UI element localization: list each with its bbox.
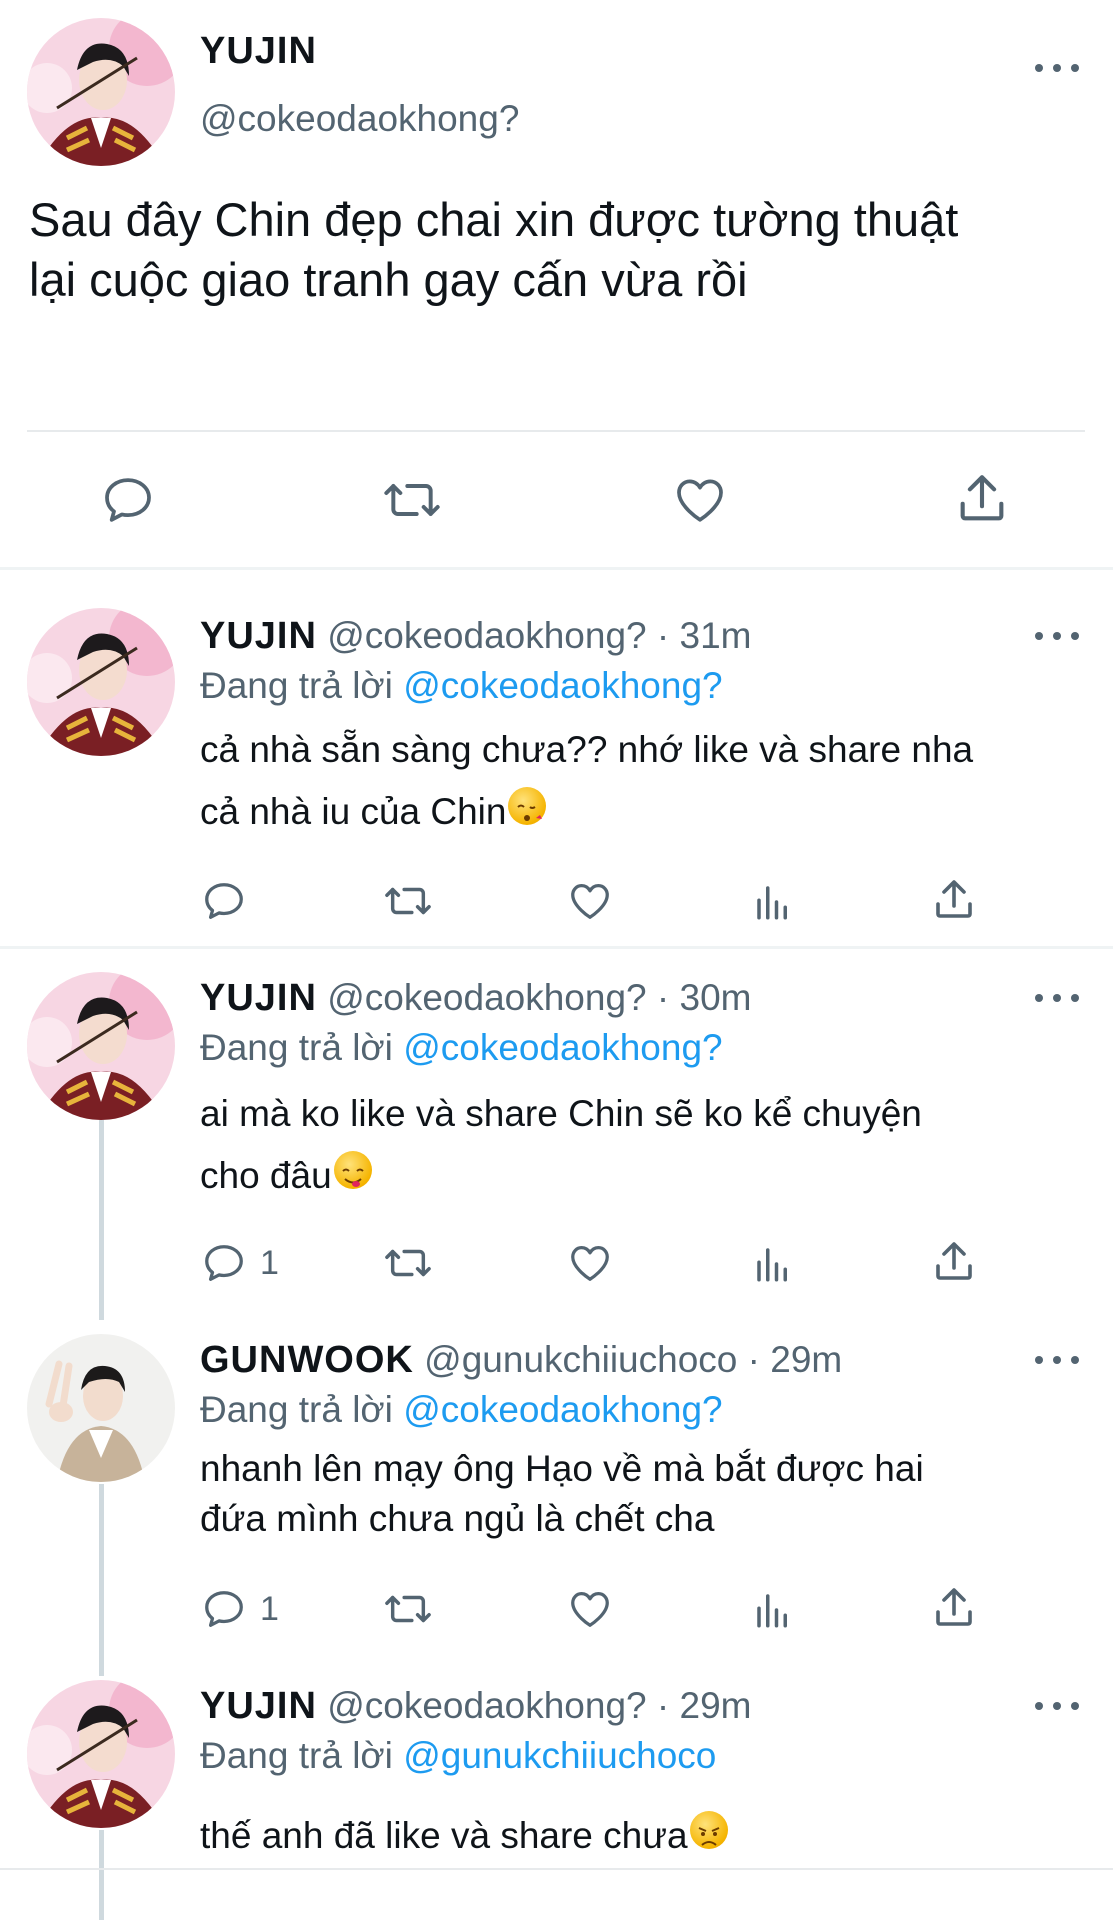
section-divider xyxy=(0,946,1113,949)
analytics-icon[interactable] xyxy=(752,1242,794,1286)
tweet-text-line: đứa mình chưa ngủ là chết cha xyxy=(200,1498,715,1539)
replying-label: Đang trả lời xyxy=(200,1389,393,1430)
reply-header: GUNWOOK @gunukchiiuchoco · 29m xyxy=(200,1338,842,1382)
avatar-yujin[interactable] xyxy=(27,1680,175,1828)
like-icon[interactable] xyxy=(566,1240,614,1286)
replying-to: Đang trả lời @gunukchiiuchoco xyxy=(200,1734,716,1778)
author-handle[interactable]: @cokeodaokhong? xyxy=(327,977,646,1018)
section-divider xyxy=(0,567,1113,570)
more-options-icon[interactable] xyxy=(1035,988,1079,1008)
reply-icon[interactable] xyxy=(200,1240,248,1286)
kissing-face-emoji xyxy=(508,787,547,825)
tweet-text: ai mà ko like và share Chin sẽ ko kể chu… xyxy=(200,1083,922,1207)
author-handle[interactable]: @cokeodaokhong? xyxy=(327,615,646,656)
tweet-text: Sau đây Chin đẹp chai xin được tường thu… xyxy=(29,190,1089,310)
mention-link[interactable]: @cokeodaokhong? xyxy=(403,1389,722,1430)
timestamp[interactable]: 30m xyxy=(680,977,752,1018)
author-name[interactable]: YUJIN xyxy=(200,1685,317,1727)
author-name[interactable]: YUJIN xyxy=(200,30,317,73)
share-icon[interactable] xyxy=(930,876,978,924)
like-icon[interactable] xyxy=(566,878,614,924)
replying-label: Đang trả lời xyxy=(200,1027,393,1068)
replying-label: Đang trả lời xyxy=(200,1735,393,1776)
mention-link[interactable]: @cokeodaokhong? xyxy=(403,1027,722,1068)
retweet-icon[interactable] xyxy=(382,878,434,924)
more-options-icon[interactable] xyxy=(1035,626,1079,646)
retweet-icon[interactable] xyxy=(380,472,444,528)
author-handle[interactable]: @cokeodaokhong? xyxy=(200,98,519,140)
author-name[interactable]: YUJIN xyxy=(200,977,317,1019)
tweet-text-line: nhanh lên mạy ông Hạo về mà bắt được hai xyxy=(200,1448,924,1489)
replying-label: Đang trả lời xyxy=(200,665,393,706)
tweet-text-line: cả nhà iu của Chin xyxy=(200,791,507,832)
reply-icon[interactable] xyxy=(200,878,248,924)
retweet-icon[interactable] xyxy=(382,1240,434,1286)
tweet-text-line: ai mà ko like và share Chin sẽ ko kể chu… xyxy=(200,1093,922,1134)
author-handle[interactable]: @cokeodaokhong? xyxy=(327,1685,646,1726)
like-icon[interactable] xyxy=(566,1586,614,1632)
more-options-icon[interactable] xyxy=(1035,58,1079,78)
reply-header: YUJIN @cokeodaokhong? · 31m xyxy=(200,614,752,658)
timestamp[interactable]: 29m xyxy=(680,1685,752,1726)
thread-line xyxy=(99,1484,104,1676)
analytics-icon[interactable] xyxy=(752,880,794,924)
share-icon[interactable] xyxy=(930,1238,978,1286)
tweet-text-line: cho đâu xyxy=(200,1155,332,1196)
reply-header: YUJIN @cokeodaokhong? · 30m xyxy=(200,976,752,1020)
analytics-icon[interactable] xyxy=(752,1588,794,1632)
tweet-text: nhanh lên mạy ông Hạo về mà bắt được hai… xyxy=(200,1444,924,1544)
divider xyxy=(0,1868,1113,1870)
mention-link[interactable]: @gunukchiiuchoco xyxy=(403,1735,716,1776)
separator-dot: · xyxy=(656,1685,670,1726)
author-name[interactable]: GUNWOOK xyxy=(200,1339,414,1381)
separator-dot: · xyxy=(656,977,670,1018)
share-icon[interactable] xyxy=(930,1584,978,1632)
avatar-yujin[interactable] xyxy=(27,972,175,1120)
separator-dot: · xyxy=(747,1339,760,1380)
tweet-text-line: cả nhà sẵn sàng chưa?? nhớ like và share… xyxy=(200,729,974,770)
tweet-text-line: Sau đây Chin đẹp chai xin được tường thu… xyxy=(29,193,959,246)
reply-icon[interactable] xyxy=(98,472,158,528)
tweet-text-line: lại cuộc giao tranh gay cấn vừa rồi xyxy=(29,253,748,306)
reply-header: YUJIN @cokeodaokhong? · 29m xyxy=(200,1684,752,1728)
thread-line xyxy=(99,1120,104,1320)
thread-line xyxy=(99,1830,104,1920)
replying-to: Đang trả lời @cokeodaokhong? xyxy=(200,1388,723,1432)
avatar-gunwook[interactable] xyxy=(27,1334,175,1482)
avatar-yujin[interactable] xyxy=(27,18,175,166)
avatar-yujin[interactable] xyxy=(27,608,175,756)
savoring-face-emoji xyxy=(333,1151,372,1189)
reply-count: 1 xyxy=(260,1244,279,1282)
tweet-text: thế anh đã like và share chưa xyxy=(200,1805,728,1867)
share-icon[interactable] xyxy=(952,470,1012,528)
timestamp[interactable]: 29m xyxy=(770,1339,842,1380)
more-options-icon[interactable] xyxy=(1035,1696,1079,1716)
author-name[interactable]: YUJIN xyxy=(200,615,317,657)
author-handle[interactable]: @gunukchiiuchoco xyxy=(424,1339,737,1380)
separator-dot: · xyxy=(656,615,670,656)
tweet-text-line: thế anh đã like và share chưa xyxy=(200,1815,688,1856)
tweet-text: cả nhà sẵn sàng chưa?? nhớ like và share… xyxy=(200,719,973,843)
timestamp[interactable]: 31m xyxy=(680,615,752,656)
angry-face-emoji xyxy=(689,1811,728,1849)
mention-link[interactable]: @cokeodaokhong? xyxy=(403,665,722,706)
reply-icon[interactable] xyxy=(200,1586,248,1632)
reply-count: 1 xyxy=(260,1590,279,1628)
more-options-icon[interactable] xyxy=(1035,1350,1079,1370)
divider xyxy=(27,430,1085,432)
like-icon[interactable] xyxy=(670,472,730,528)
replying-to: Đang trả lời @cokeodaokhong? xyxy=(200,1026,723,1070)
retweet-icon[interactable] xyxy=(382,1586,434,1632)
replying-to: Đang trả lời @cokeodaokhong? xyxy=(200,664,723,708)
